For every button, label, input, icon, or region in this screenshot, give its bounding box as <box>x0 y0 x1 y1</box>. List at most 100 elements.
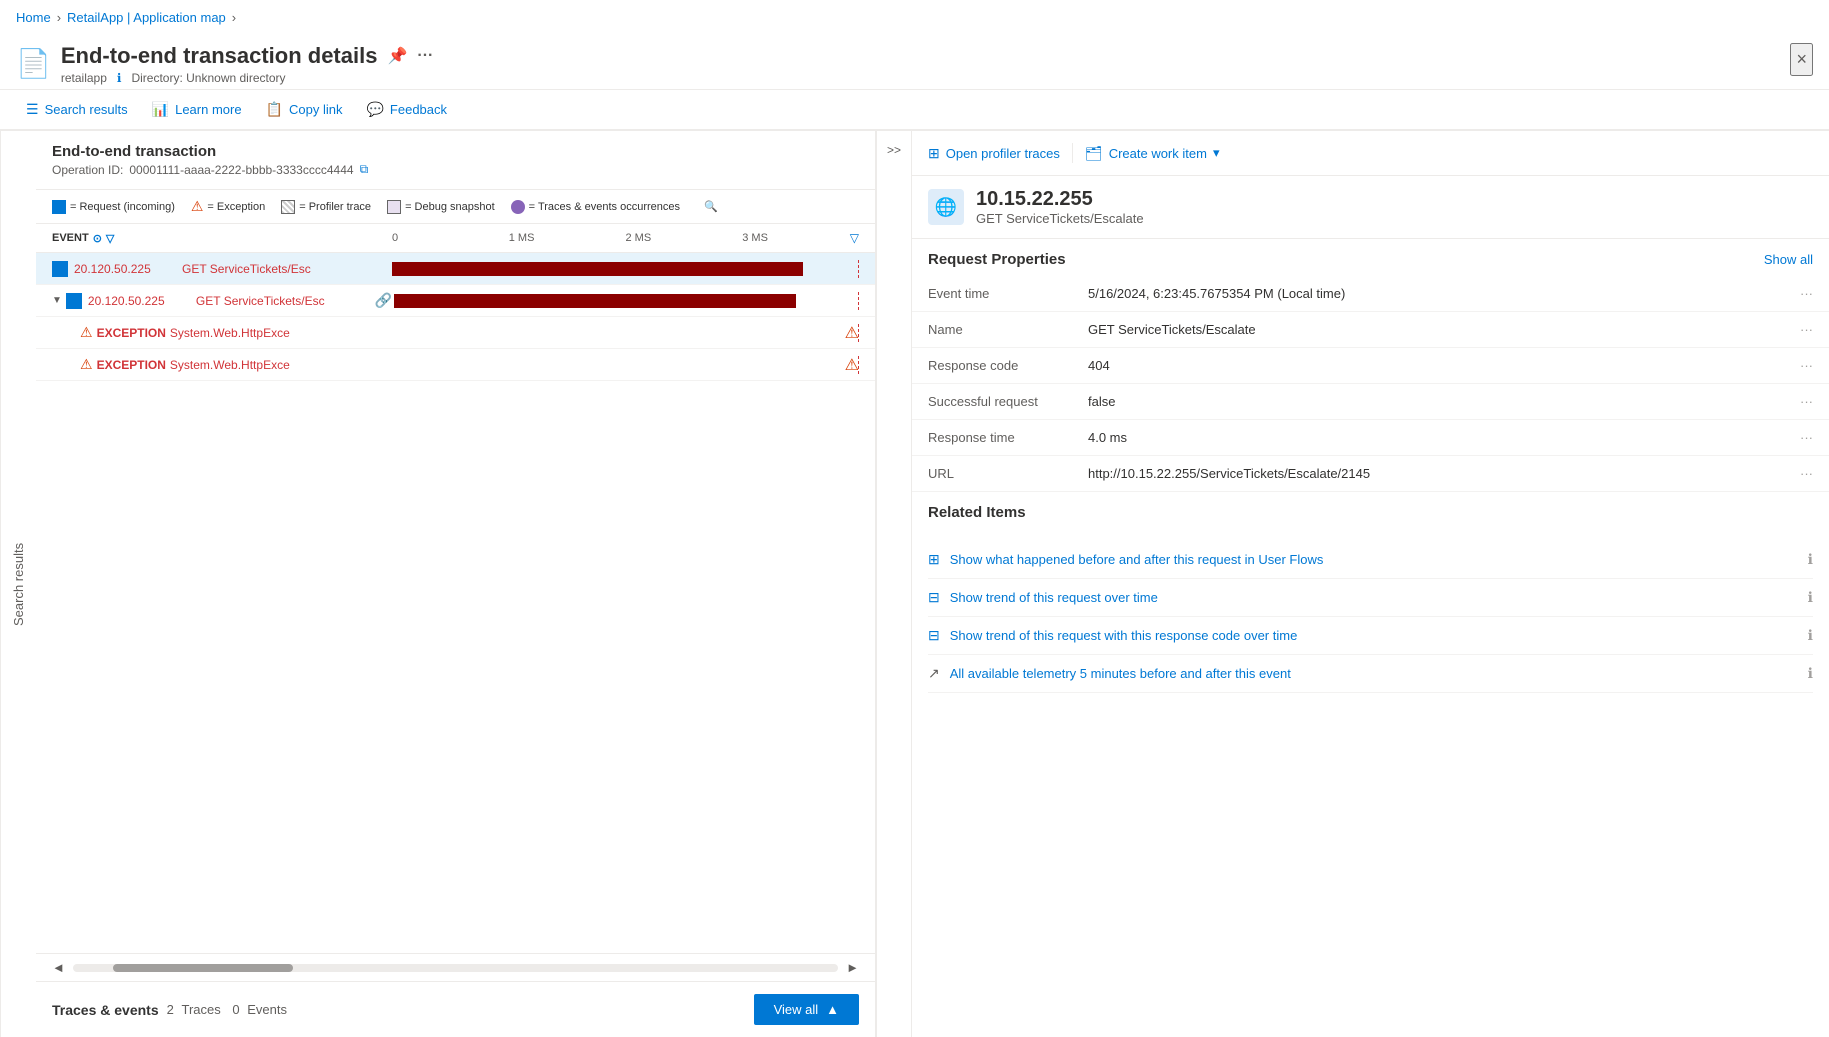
right-panel: ⊞ Open profiler traces 🗂 Create work ite… <box>912 131 1829 1037</box>
table-row[interactable]: ▼ 20.120.50.225 GET ServiceTickets/Esc 🔗 <box>36 285 875 317</box>
row-ip-2: 20.120.50.225 <box>88 294 188 308</box>
exception-label-3: EXCEPTION <box>97 326 166 340</box>
prop-key-successful-request: Successful request <box>912 384 1072 420</box>
legend-profiler-icon <box>281 200 295 214</box>
main-content: Search results End-to-end transaction Op… <box>0 131 1829 1037</box>
table-row: Response code 404 ··· <box>912 348 1829 384</box>
list-item[interactable]: ↗ All available telemetry 5 minutes befo… <box>928 655 1813 693</box>
related-item-text-4: All available telemetry 5 minutes before… <box>950 666 1798 681</box>
list-item[interactable]: ⊟ Show trend of this request over time ℹ <box>928 579 1813 617</box>
prop-val-event-time: 5/16/2024, 6:23:45.7675354 PM (Local tim… <box>1072 276 1784 312</box>
footer-traces-info: Traces & events 2 Traces 0 Events <box>52 1002 287 1018</box>
prop-val-url: http://10.15.22.255/ServiceTickets/Escal… <box>1072 456 1784 492</box>
warning-marker-4: ⚠ <box>845 355 859 375</box>
table-row: Event time 5/16/2024, 6:23:45.7675354 PM… <box>912 276 1829 312</box>
bar-cell-3: ⚠ <box>420 324 859 342</box>
header-subtitle: retailapp ℹ Directory: Unknown directory <box>61 71 1791 85</box>
prop-key-event-time: Event time <box>912 276 1072 312</box>
copy-icon: 📋 <box>266 101 283 118</box>
view-all-button[interactable]: View all ▲ <box>754 994 859 1025</box>
scroll-right-arrow[interactable]: ► <box>846 960 859 975</box>
bar-cell-1 <box>392 260 859 278</box>
copy-link-button[interactable]: 📋 Copy link <box>256 96 353 123</box>
event-cell-4: ⚠ EXCEPTION System.Web.HttpExce <box>80 356 420 373</box>
learn-more-button[interactable]: 📊 Learn more <box>142 96 252 123</box>
create-work-item-button[interactable]: 🗂 Create work item ▾ <box>1085 145 1220 162</box>
legend-profiler: = Profiler trace <box>281 200 371 214</box>
filter-icon[interactable]: ⊙ <box>93 232 102 245</box>
request-info: 10.15.22.255 GET ServiceTickets/Escalate <box>976 188 1144 226</box>
prop-menu-response-code[interactable]: ··· <box>1784 348 1829 384</box>
breadcrumb: Home › RetailApp | Application map › <box>0 0 1829 35</box>
legend: = Request (incoming) ⚠ = Exception = Pro… <box>36 190 875 224</box>
info-icon-4: ℹ <box>1808 665 1813 682</box>
collapse-icon[interactable]: ▼ <box>52 295 62 306</box>
request-bar-1 <box>392 262 803 276</box>
list-item[interactable]: ⊟ Show trend of this request with this r… <box>928 617 1813 655</box>
legend-traces: = Traces & events occurrences <box>511 200 680 214</box>
profiler-icon: ⊞ <box>928 145 940 162</box>
scroll-track[interactable] <box>73 964 838 972</box>
prop-key-url: URL <box>912 456 1072 492</box>
properties-section-title: Request Properties Show all <box>912 239 1829 276</box>
legend-traces-icon <box>511 200 525 214</box>
list-item[interactable]: ⊞ Show what happened before and after th… <box>928 541 1813 579</box>
prop-menu-url[interactable]: ··· <box>1784 456 1829 492</box>
table-row[interactable]: ⚠ EXCEPTION System.Web.HttpExce ⚠ <box>36 349 875 381</box>
open-profiler-button[interactable]: ⊞ Open profiler traces <box>928 145 1060 162</box>
operation-id: Operation ID: 00001111-aaaa-2222-bbbb-33… <box>52 162 859 177</box>
search-icon[interactable]: 🔍 <box>704 200 718 213</box>
table-row[interactable]: ⚠ EXCEPTION System.Web.HttpExce ⚠ <box>36 317 875 349</box>
row-method-1: GET ServiceTickets/Esc <box>182 262 392 276</box>
related-item-icon-3: ⊟ <box>928 627 940 644</box>
feedback-button[interactable]: 💬 Feedback <box>356 96 457 123</box>
table-row: URL http://10.15.22.255/ServiceTickets/E… <box>912 456 1829 492</box>
scroll-thumb[interactable] <box>113 964 293 972</box>
prop-key-response-time: Response time <box>912 420 1072 456</box>
warning-icon-3: ⚠ <box>80 324 93 341</box>
more-options-icon[interactable]: ··· <box>417 47 433 65</box>
close-button[interactable]: × <box>1790 43 1813 76</box>
row-method-2: GET ServiceTickets/Esc <box>196 294 371 308</box>
filter-right-icon[interactable]: ▽ <box>850 231 859 245</box>
legend-exception-icon: ⚠ <box>191 198 204 215</box>
time-marker-3: 3 MS <box>742 232 768 244</box>
info-icon-3: ℹ <box>1808 627 1813 644</box>
scroll-left-arrow[interactable]: ◄ <box>52 960 65 975</box>
copy-operation-id-icon[interactable]: ⧉ <box>360 162 369 177</box>
search-results-button[interactable]: ☰ Search results <box>16 96 138 123</box>
prop-menu-name[interactable]: ··· <box>1784 312 1829 348</box>
legend-exception: ⚠ = Exception <box>191 198 265 215</box>
prop-key-name: Name <box>912 312 1072 348</box>
page-title: End-to-end transaction details 📌 ··· <box>61 43 1791 69</box>
filter-icon-2[interactable]: ▽ <box>106 232 114 245</box>
request-type-icon: 🌐 <box>928 189 964 225</box>
page-header: 📄 End-to-end transaction details 📌 ··· r… <box>0 35 1829 90</box>
transaction-title: End-to-end transaction <box>52 143 859 160</box>
feedback-icon: 💬 <box>366 101 383 118</box>
info-icon-2: ℹ <box>1808 589 1813 606</box>
sidebar-search-results-tab[interactable]: Search results <box>0 131 36 1037</box>
request-icon-1 <box>52 261 68 277</box>
prop-menu-event-time[interactable]: ··· <box>1784 276 1829 312</box>
right-panel-toggle[interactable]: >> <box>876 131 912 1037</box>
prop-menu-successful-request[interactable]: ··· <box>1784 384 1829 420</box>
link-icon[interactable]: 🔗 <box>375 292 392 309</box>
breadcrumb-home[interactable]: Home <box>16 10 51 25</box>
related-items-title: Related Items <box>912 492 1829 529</box>
transaction-header: End-to-end transaction Operation ID: 000… <box>36 131 875 190</box>
event-column-header: EVENT ⊙ ▽ <box>52 232 392 245</box>
prop-menu-response-time[interactable]: ··· <box>1784 420 1829 456</box>
properties-table: Event time 5/16/2024, 6:23:45.7675354 PM… <box>912 276 1829 492</box>
table-row[interactable]: 20.120.50.225 GET ServiceTickets/Esc <box>36 253 875 285</box>
show-all-link[interactable]: Show all <box>1764 252 1813 267</box>
scrollbar-area: ◄ ► <box>36 953 875 981</box>
pin-icon[interactable]: 📌 <box>387 46 407 66</box>
breadcrumb-app[interactable]: RetailApp | Application map <box>67 10 226 25</box>
dashed-line <box>858 356 859 374</box>
request-header: 🌐 10.15.22.255 GET ServiceTickets/Escala… <box>912 176 1829 239</box>
timeline-body: 20.120.50.225 GET ServiceTickets/Esc ▼ 2… <box>36 253 875 953</box>
event-cell-2: ▼ 20.120.50.225 GET ServiceTickets/Esc 🔗 <box>52 292 392 309</box>
prop-val-successful-request: false <box>1072 384 1784 420</box>
request-ip: 10.15.22.255 <box>976 188 1144 211</box>
